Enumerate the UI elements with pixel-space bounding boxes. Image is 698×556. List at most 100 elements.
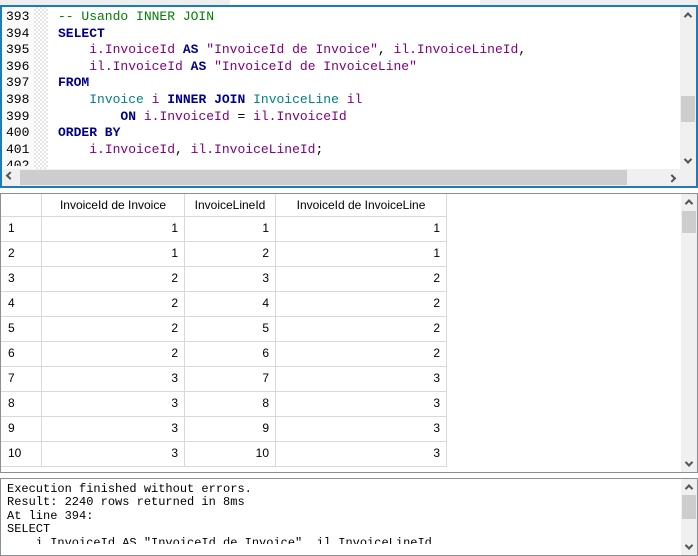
table-cell[interactable]: 3 bbox=[276, 392, 447, 417]
query-results-pane: InvoiceId de Invoice InvoiceLineId Invoice… bbox=[0, 193, 698, 473]
column-header[interactable]: InvoiceId de Invoice bbox=[42, 194, 185, 217]
code-token-kw: FROM bbox=[58, 75, 90, 91]
code-line[interactable]: SELECT bbox=[58, 26, 680, 43]
table-row[interactable]: 10 3 10 3 bbox=[1, 442, 681, 467]
code-line[interactable]: Invoice i INNER JOIN InvoiceLine il bbox=[58, 92, 680, 109]
code-line[interactable]: ORDER BY bbox=[58, 125, 680, 142]
editor-hscroll-thumb[interactable] bbox=[20, 170, 628, 185]
editor-hscroll-track[interactable] bbox=[18, 169, 664, 186]
table-row[interactable]: 8383 bbox=[1, 392, 681, 417]
editor-vscroll-thumb[interactable] bbox=[681, 95, 695, 122]
row-number-cell[interactable]: 6 bbox=[1, 342, 42, 367]
table-cell[interactable]: 2 bbox=[185, 242, 276, 267]
table-cell[interactable]: 3 bbox=[42, 417, 185, 442]
grid-corner-cell[interactable] bbox=[1, 194, 42, 217]
scroll-up-button[interactable] bbox=[681, 194, 697, 210]
code-line[interactable]: -- Usando INNER JOIN bbox=[58, 9, 680, 26]
row-number-cell[interactable]: 2 bbox=[1, 242, 42, 267]
scroll-left-button[interactable] bbox=[2, 169, 18, 185]
table-cell[interactable]: 3 bbox=[276, 442, 447, 467]
code-line[interactable]: ON i.InvoiceId = il.InvoiceId bbox=[58, 109, 680, 126]
results-vscroll-thumb[interactable] bbox=[682, 211, 696, 233]
results-vertical-scrollbar[interactable] bbox=[681, 194, 697, 472]
table-cell[interactable]: 2 bbox=[276, 267, 447, 292]
table-row[interactable]: 1111 bbox=[1, 217, 681, 242]
table-cell[interactable]: 3 bbox=[185, 267, 276, 292]
table-cell[interactable]: 2 bbox=[276, 317, 447, 342]
table-cell[interactable]: 3 bbox=[276, 417, 447, 442]
table-row[interactable]: 4242 bbox=[1, 292, 681, 317]
message-vertical-scrollbar[interactable] bbox=[681, 479, 697, 555]
sql-code-editor[interactable]: -- Usando INNER JOIN SELECT i.InvoiceId A… bbox=[48, 7, 680, 169]
scroll-right-button[interactable] bbox=[664, 169, 680, 185]
code-token-kw: AS bbox=[190, 58, 207, 74]
table-cell[interactable]: 2 bbox=[42, 292, 185, 317]
table-cell[interactable]: 10 bbox=[185, 442, 276, 467]
table-cell[interactable]: 1 bbox=[276, 242, 447, 267]
table-row[interactable]: 3232 bbox=[1, 267, 681, 292]
table-cell[interactable]: 3 bbox=[42, 442, 185, 467]
code-token-id: i.InvoiceId bbox=[89, 42, 176, 58]
table-cell[interactable]: 2 bbox=[42, 317, 185, 342]
column-header[interactable]: InvoiceLineId bbox=[185, 194, 276, 217]
table-cell[interactable]: 2 bbox=[276, 292, 447, 317]
row-number-cell[interactable]: 9 bbox=[1, 417, 42, 442]
code-token-id: i.InvoiceId bbox=[89, 141, 176, 157]
row-number-cell[interactable]: 3 bbox=[1, 267, 42, 292]
table-cell[interactable]: 4 bbox=[185, 292, 276, 317]
table-cell[interactable]: 1 bbox=[42, 217, 185, 242]
table-row[interactable]: 6262 bbox=[1, 342, 681, 367]
code-line[interactable]: il.InvoiceId AS "InvoiceId de InvoiceLin… bbox=[58, 59, 680, 76]
scroll-down-button[interactable] bbox=[681, 456, 697, 472]
row-number-cell[interactable]: 1 bbox=[1, 217, 42, 242]
table-cell[interactable]: 9 bbox=[185, 417, 276, 442]
message-line: Result: 2240 rows returned in 8ms bbox=[7, 495, 245, 510]
table-cell[interactable]: 2 bbox=[42, 342, 185, 367]
scroll-down-button[interactable] bbox=[681, 539, 697, 555]
row-filler bbox=[447, 317, 681, 342]
table-cell[interactable]: 1 bbox=[276, 217, 447, 242]
editor-horizontal-scrollbar[interactable] bbox=[2, 169, 680, 186]
table-cell[interactable]: 6 bbox=[185, 342, 276, 367]
execution-message-pane: Execution finished without errors. Result… bbox=[0, 478, 698, 556]
table-cell[interactable]: 8 bbox=[185, 392, 276, 417]
code-line[interactable]: FROM bbox=[58, 75, 680, 92]
table-row[interactable]: 9393 bbox=[1, 417, 681, 442]
table-row[interactable]: 7373 bbox=[1, 367, 681, 392]
line-number-gutter: 393 394 395 396 397 398 399 400 401 402 bbox=[2, 7, 34, 169]
scroll-up-button[interactable] bbox=[681, 479, 697, 495]
table-row[interactable]: 5252 bbox=[1, 317, 681, 342]
scroll-up-button[interactable] bbox=[680, 7, 696, 23]
column-header[interactable]: InvoiceId de InvoiceLine bbox=[276, 194, 447, 217]
code-line[interactable]: i.InvoiceId, il.InvoiceLineId; bbox=[58, 142, 680, 159]
table-cell[interactable]: 3 bbox=[42, 367, 185, 392]
message-vscroll-thumb[interactable] bbox=[682, 495, 696, 519]
table-cell[interactable]: 3 bbox=[276, 367, 447, 392]
table-row[interactable]: 2121 bbox=[1, 242, 681, 267]
code-token-id: i.InvoiceId bbox=[143, 108, 230, 124]
message-line: At line 394: bbox=[7, 508, 94, 523]
table-cell[interactable]: 3 bbox=[42, 392, 185, 417]
row-filler bbox=[447, 367, 681, 392]
table-cell[interactable]: 1 bbox=[185, 217, 276, 242]
table-cell[interactable]: 1 bbox=[42, 242, 185, 267]
scroll-down-button[interactable] bbox=[680, 153, 696, 169]
table-cell[interactable]: 2 bbox=[276, 342, 447, 367]
editor-vertical-scrollbar[interactable] bbox=[680, 7, 696, 169]
row-number-cell[interactable]: 8 bbox=[1, 392, 42, 417]
table-cell[interactable]: 7 bbox=[185, 367, 276, 392]
results-vscroll-track[interactable] bbox=[681, 210, 697, 456]
row-number-cell[interactable]: 10 bbox=[1, 442, 42, 467]
code-line[interactable]: i.InvoiceId AS "InvoiceId de Invoice", i… bbox=[58, 42, 680, 59]
table-cell[interactable]: 5 bbox=[185, 317, 276, 342]
row-number-cell[interactable]: 7 bbox=[1, 367, 42, 392]
row-number-cell[interactable]: 5 bbox=[1, 317, 42, 342]
message-vscroll-track[interactable] bbox=[681, 495, 697, 539]
row-number-cell[interactable]: 4 bbox=[1, 292, 42, 317]
table-cell[interactable]: 2 bbox=[42, 267, 185, 292]
editor-vscroll-track[interactable] bbox=[680, 23, 696, 153]
